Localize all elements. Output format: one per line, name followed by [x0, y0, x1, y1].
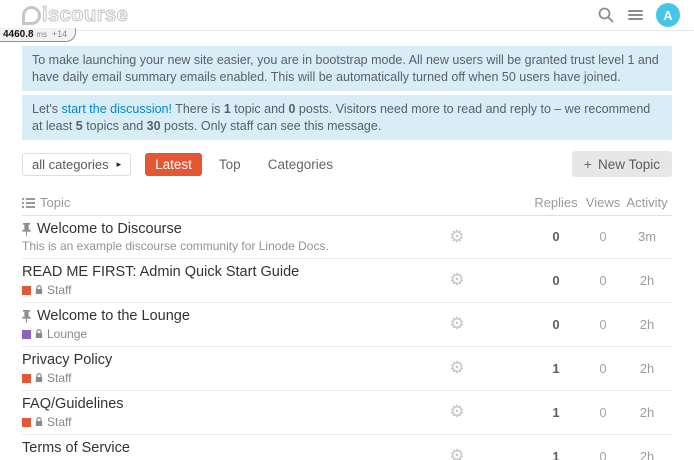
hamburger-menu-icon[interactable]: [628, 8, 643, 22]
lock-icon: [35, 329, 43, 339]
profiler-time: 4460.8: [3, 29, 34, 40]
category-dropdown[interactable]: all categories ▸: [22, 153, 131, 176]
activity-time[interactable]: 2h: [640, 317, 654, 332]
banner-text-segment: topics and: [83, 119, 147, 133]
profiler-extra: +14: [52, 29, 67, 39]
topic-row: Welcome to Discourse This is an example …: [22, 216, 672, 259]
topic-filter-bar: all categories ▸ Latest Top Categories + N…: [22, 151, 672, 177]
replies-count: 1: [552, 449, 559, 460]
new-topic-button[interactable]: + New Topic: [572, 151, 672, 177]
top-navbar: iscourse A: [0, 0, 694, 31]
gear-icon[interactable]: ⚙: [449, 227, 464, 246]
profiler-unit: ms: [36, 30, 47, 39]
banner-text-segment: 5: [76, 119, 83, 133]
views-count: 0: [599, 405, 606, 420]
topic-row: Welcome to the Lounge Lounge ⚙ 0 0 2h: [22, 303, 672, 347]
category-color-square: [22, 286, 31, 295]
activity-time[interactable]: 2h: [640, 361, 654, 376]
category-name: Staff: [47, 283, 71, 297]
views-column-header[interactable]: Views: [584, 195, 622, 210]
lock-icon: [35, 285, 43, 295]
views-count: 0: [599, 273, 606, 288]
activity-time[interactable]: 3m: [638, 229, 656, 244]
start-discussion-link[interactable]: start the discussion!: [62, 102, 172, 116]
start-discussion-banner: Let's start the discussion! There is 1 t…: [22, 95, 672, 140]
gear-icon[interactable]: ⚙: [449, 446, 464, 460]
category-badge[interactable]: Staff: [22, 371, 435, 385]
mini-profiler-badge[interactable]: 4460.8 ms +14: [0, 28, 76, 42]
views-count: 0: [599, 361, 606, 376]
activity-column-header[interactable]: Activity: [622, 195, 672, 210]
topic-title[interactable]: Welcome to the Lounge: [37, 308, 190, 324]
banner-text-segment: There is: [172, 102, 224, 116]
replies-count: 0: [552, 273, 559, 288]
lock-icon: [35, 373, 43, 383]
topic-title[interactable]: Welcome to Discourse: [37, 221, 182, 237]
bootstrap-mode-banner: To make launching your new site easier, …: [22, 46, 672, 91]
topic-title[interactable]: Privacy Policy: [22, 352, 112, 368]
topic-row: READ ME FIRST: Admin Quick Start Guide S…: [22, 259, 672, 303]
views-count: 0: [599, 449, 606, 460]
replies-count: 1: [552, 405, 559, 420]
category-dropdown-label: all categories: [32, 157, 109, 172]
replies-count: 1: [552, 361, 559, 376]
nav-pill-categories[interactable]: Categories: [258, 153, 343, 176]
banner-text-segment: topic and: [231, 102, 289, 116]
topic-column-header[interactable]: Topic: [22, 195, 275, 210]
discourse-page: iscourse A 4460.8 ms +14 To make launchi…: [0, 0, 694, 460]
gear-icon[interactable]: ⚙: [449, 314, 464, 333]
discourse-logo-text: iscourse: [42, 4, 128, 27]
nav-pill-top[interactable]: Top: [209, 153, 251, 176]
category-name: Staff: [47, 415, 71, 429]
banner-text-segment: Let's: [32, 102, 62, 116]
views-count: 0: [599, 317, 606, 332]
replies-column-header[interactable]: Replies: [528, 195, 584, 210]
pin-icon: [22, 223, 31, 236]
lock-icon: [35, 417, 43, 427]
topic-row: Privacy Policy Staff ⚙ 1 0 2h: [22, 347, 672, 391]
search-icon[interactable]: [597, 6, 615, 24]
topic-title[interactable]: Terms of Service: [22, 440, 130, 456]
category-badge[interactable]: Lounge: [22, 327, 435, 341]
nav-pill-latest[interactable]: Latest: [145, 153, 202, 176]
user-avatar[interactable]: A: [656, 3, 680, 27]
replies-count: 0: [552, 229, 559, 244]
gear-icon[interactable]: ⚙: [449, 358, 464, 377]
pin-icon: [22, 310, 31, 323]
category-color-square: [22, 330, 31, 339]
list-icon: [22, 197, 35, 208]
new-topic-label: New Topic: [598, 157, 660, 172]
topic-title[interactable]: FAQ/Guidelines: [22, 396, 124, 412]
topic-excerpt: This is an example discourse community f…: [22, 239, 435, 253]
start-discussion-banner-text: Let's start the discussion! There is 1 t…: [32, 102, 650, 133]
bootstrap-mode-banner-text: To make launching your new site easier, …: [32, 53, 659, 84]
gear-icon[interactable]: ⚙: [449, 270, 464, 289]
banner-text-segment: 1: [224, 102, 231, 116]
banner-text-segment: posts. Only staff can see this message.: [161, 119, 382, 133]
topic-list-header: Topic Replies Views Activity: [22, 190, 672, 216]
category-color-square: [22, 418, 31, 427]
views-count: 0: [599, 229, 606, 244]
topic-list: Welcome to Discourse This is an example …: [22, 216, 672, 460]
discourse-logo-bubble-icon: [22, 6, 41, 25]
topic-title[interactable]: READ ME FIRST: Admin Quick Start Guide: [22, 264, 299, 280]
topic-column-label: Topic: [40, 195, 70, 210]
discourse-logo[interactable]: iscourse: [22, 4, 128, 27]
caret-right-icon: ▸: [117, 159, 122, 170]
category-name: Lounge: [47, 327, 87, 341]
topic-row: FAQ/Guidelines Staff ⚙ 1 0 2h: [22, 391, 672, 435]
category-name: Staff: [47, 371, 71, 385]
activity-time[interactable]: 2h: [640, 405, 654, 420]
banner-text-segment: 30: [147, 119, 161, 133]
plus-icon: +: [584, 156, 592, 172]
gear-icon[interactable]: ⚙: [449, 402, 464, 421]
category-color-square: [22, 374, 31, 383]
activity-time[interactable]: 2h: [640, 449, 654, 460]
topic-row: Terms of Service Staff ⚙ 1 0 2h: [22, 435, 672, 460]
topic-nav-pills: Latest Top Categories: [145, 153, 343, 176]
category-badge[interactable]: Staff: [22, 415, 435, 429]
replies-count: 0: [552, 317, 559, 332]
category-badge[interactable]: Staff: [22, 283, 435, 297]
activity-time[interactable]: 2h: [640, 273, 654, 288]
